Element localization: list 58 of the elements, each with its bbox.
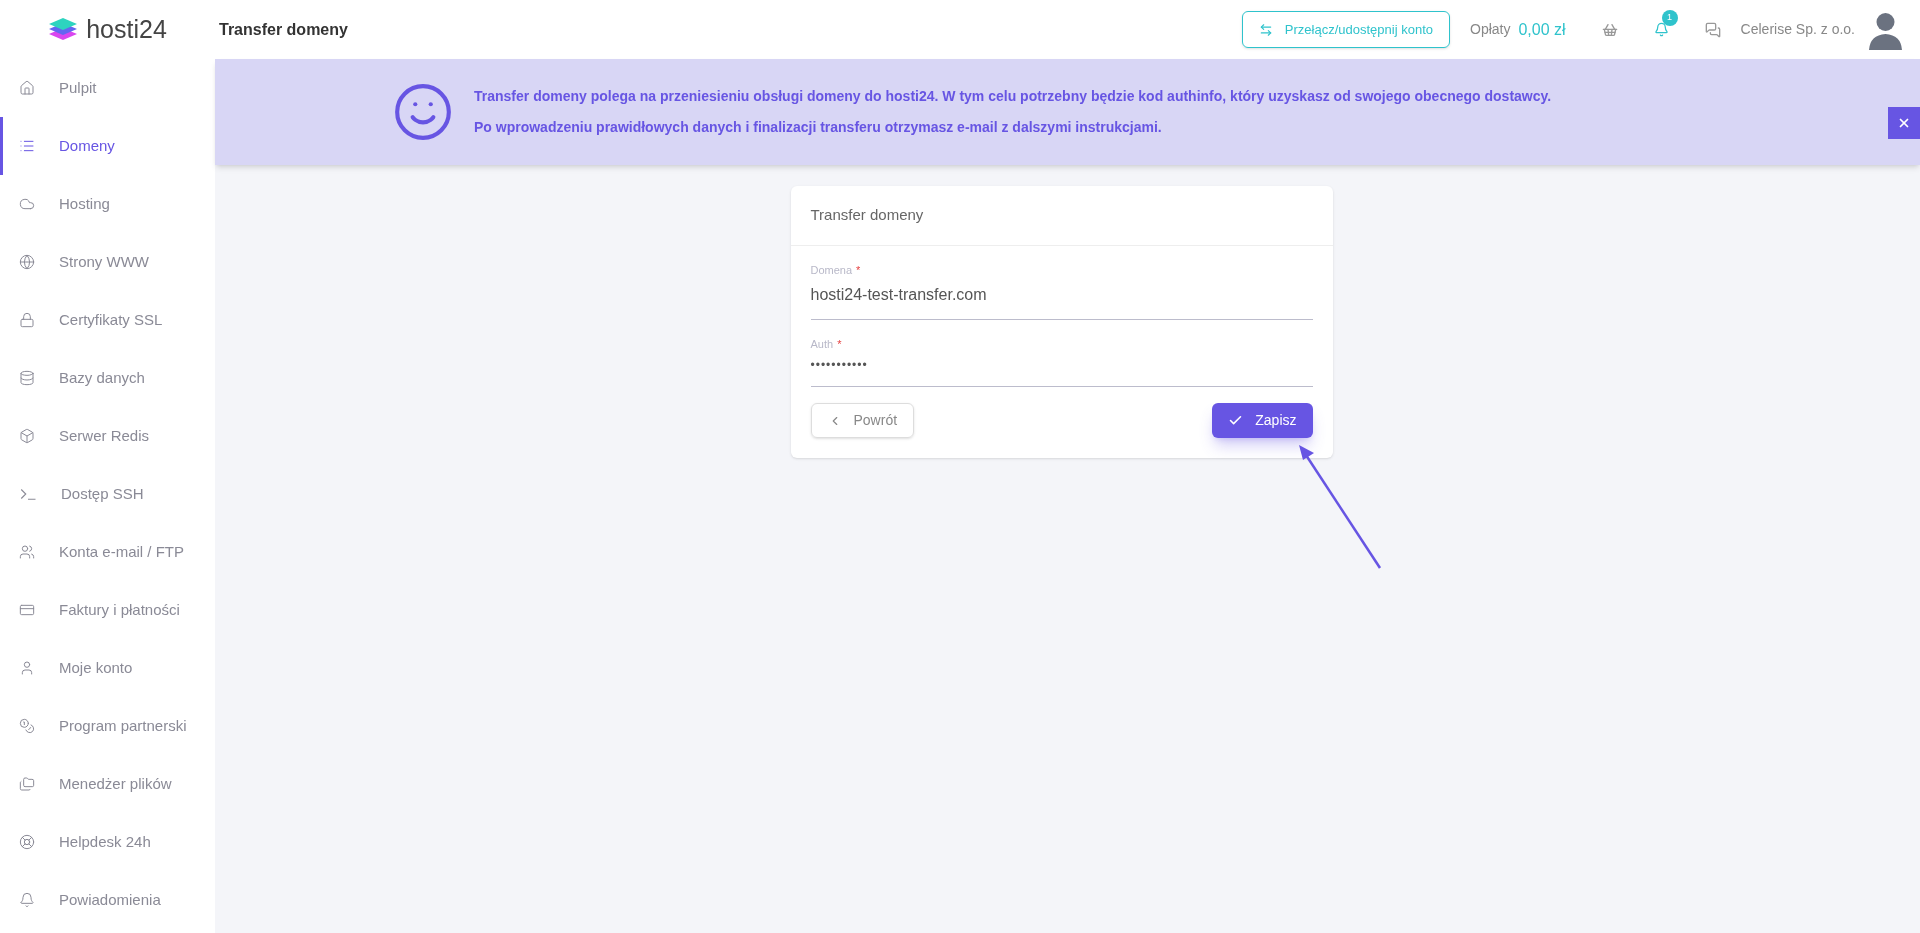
globe-icon: [19, 254, 35, 270]
folders-icon: [19, 776, 35, 792]
page-title: Transfer domeny: [219, 19, 348, 40]
chat-icon: [1704, 21, 1721, 38]
back-button[interactable]: Powrót: [810, 403, 915, 438]
sidebar-item[interactable]: Serwer Redis: [0, 407, 215, 465]
user-icon: [19, 660, 35, 676]
input-field[interactable]: Domena * hosti24-test-transfer.com: [810, 262, 1313, 320]
sidebar-item[interactable]: Certyfikaty SSL: [0, 291, 215, 349]
field-value: hosti24-test-transfer.com: [810, 284, 988, 305]
sidebar-item[interactable]: Helpdesk 24h: [0, 813, 215, 871]
field-value: •••••••••••: [810, 357, 869, 374]
basket-button[interactable]: [1601, 21, 1618, 38]
field-label: Auth: [810, 337, 834, 350]
close-button[interactable]: [1888, 107, 1920, 139]
lock-icon: [19, 312, 35, 328]
bell-icon: [19, 892, 35, 908]
required-mark: *: [837, 337, 842, 350]
close-icon: [1897, 116, 1911, 130]
basket-icon: [1601, 21, 1618, 38]
switch-icon: [1258, 22, 1273, 37]
banner-text: Transfer domeny polega na przeniesieniu obsługi domeny do hosti24. W tym celu potrzebny będzie kod authinfo, który uzyskasz od swojego obecnego dostawcy.: [474, 87, 1552, 106]
card-title: Transfer domeny: [810, 205, 924, 226]
sidebar-item[interactable]: Program partnerski: [0, 697, 215, 755]
smiley-icon: [392, 81, 454, 143]
bell-icon: [1653, 22, 1669, 37]
sidebar-item[interactable]: Bazy danych: [0, 349, 215, 407]
database-icon: [19, 370, 35, 386]
fees-value: 0,00 zł: [1518, 19, 1566, 40]
field-label: Domena: [810, 264, 853, 276]
notifications-button[interactable]: [1653, 22, 1669, 37]
coins-icon: [19, 718, 35, 734]
card-icon: [19, 602, 35, 618]
fees-label: Opłaty: [1470, 20, 1511, 39]
save-button[interactable]: Zapisz: [1212, 403, 1313, 438]
messages-button[interactable]: [1704, 21, 1721, 38]
sidebar-item[interactable]: Menedżer plików: [0, 755, 215, 813]
sidebar-item[interactable]: Hosting: [0, 175, 215, 233]
sidebar-item[interactable]: Dostęp SSH: [0, 465, 215, 523]
notification-badge: 1: [1661, 10, 1678, 26]
cube-icon: [19, 428, 35, 444]
input-field[interactable]: Auth * •••••••••••: [810, 335, 1313, 387]
company-name: Celerise Sp. z o.o.: [1740, 20, 1855, 39]
cloud-icon: [19, 196, 35, 212]
sidebar-item[interactable]: Pulpit: [0, 59, 215, 117]
sidebar-item[interactable]: Strony WWW: [0, 233, 215, 291]
lifebuoy-icon: [19, 834, 35, 850]
sidebar-item[interactable]: Konta e-mail / FTP: [0, 523, 215, 581]
sidebar-item[interactable]: Powiadomienia: [0, 871, 215, 929]
users-icon: [19, 544, 35, 560]
sidebar-item[interactable]: Faktury i płatności: [0, 581, 215, 639]
sidebar-item[interactable]: Moje konto: [0, 639, 215, 697]
logo-text: hosti24: [86, 13, 167, 45]
required-mark: *: [856, 264, 861, 276]
banner-text: Po wprowadzeniu prawidłowych danych i finalizacji transferu otrzymasz e-mail z dalszymi instrukcjami.: [474, 118, 1163, 137]
list-icon: [19, 138, 35, 154]
switch-account-button[interactable]: Przełącz/udostępnij konto: [1241, 11, 1450, 48]
home-icon: [19, 80, 35, 96]
